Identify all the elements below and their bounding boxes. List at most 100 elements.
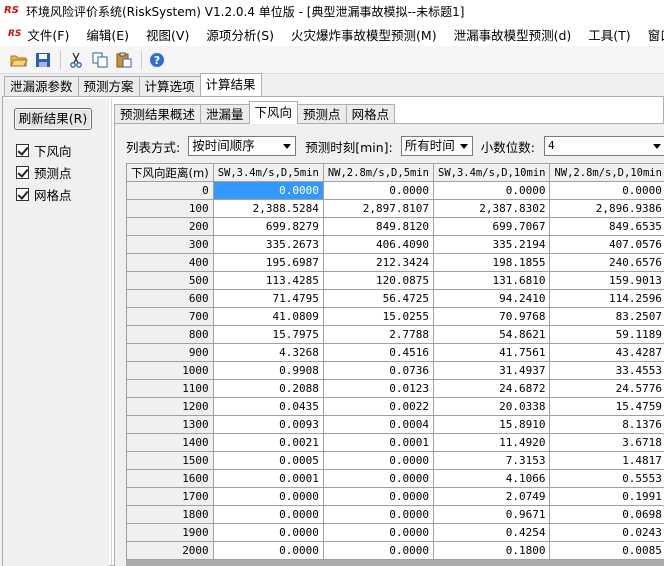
- table-cell[interactable]: 20.0338: [432, 397, 551, 416]
- table-row[interactable]: 200 699.8279 849.8120 699.7067 849.6535: [126, 217, 664, 236]
- table-cell[interactable]: 0.0000: [322, 541, 435, 560]
- row-header-cell[interactable]: 1100: [126, 379, 214, 398]
- column-header[interactable]: NW,2.8m/s,D,5min: [322, 163, 435, 182]
- table-cell[interactable]: 2.7788: [322, 325, 435, 344]
- table-cell[interactable]: 0.0000: [212, 505, 324, 524]
- row-header-cell[interactable]: 1600: [126, 469, 214, 488]
- table-cell[interactable]: 2.0749: [432, 487, 551, 506]
- table-cell[interactable]: 0.0021: [212, 433, 324, 452]
- table-cell[interactable]: 43.4287: [549, 343, 664, 362]
- cut-icon[interactable]: [65, 49, 87, 71]
- menu-fire-explosion[interactable]: 火灾爆炸事故模型预测(M): [285, 25, 443, 44]
- row-header-cell[interactable]: 100: [126, 199, 214, 218]
- table-cell[interactable]: 70.9768: [432, 307, 551, 326]
- tab-calc-results[interactable]: 计算结果: [199, 73, 262, 96]
- table-cell[interactable]: 0.0085: [549, 541, 664, 560]
- checkbox-checked-icon[interactable]: [16, 188, 29, 201]
- row-header-cell[interactable]: 600: [126, 289, 214, 308]
- table-cell[interactable]: 41.0809: [212, 307, 324, 326]
- row-header-cell[interactable]: 0: [126, 181, 214, 200]
- row-header-cell[interactable]: 400: [126, 253, 214, 272]
- tab-grid-points[interactable]: 网格点: [345, 104, 396, 124]
- table-cell[interactable]: 212.3424: [322, 253, 435, 272]
- table-cell[interactable]: 0.0000: [549, 181, 664, 200]
- decimals-select[interactable]: 4: [543, 136, 664, 156]
- tab-prediction-points[interactable]: 预测点: [297, 104, 347, 124]
- checkbox-checked-icon[interactable]: [16, 166, 29, 179]
- column-header[interactable]: SW,3.4m/s,D,10min: [432, 163, 551, 182]
- table-row[interactable]: 1200 0.0435 0.0022 20.0338 15.4759: [126, 397, 664, 416]
- table-cell[interactable]: 0.1800: [432, 541, 551, 560]
- table-cell[interactable]: 240.6576: [549, 253, 664, 272]
- table-cell[interactable]: 0.0000: [212, 181, 324, 200]
- table-cell[interactable]: 195.6987: [212, 253, 324, 272]
- menu-file[interactable]: 文件(F): [21, 25, 75, 44]
- table-cell[interactable]: 407.0576: [549, 235, 664, 254]
- table-cell[interactable]: 849.6535: [549, 217, 664, 236]
- table-row[interactable]: 1400 0.0021 0.0001 11.4920 3.6718: [126, 433, 664, 452]
- checkbox-checked-icon[interactable]: [16, 144, 29, 157]
- table-cell[interactable]: 11.4920: [432, 433, 551, 452]
- table-cell[interactable]: 198.1855: [432, 253, 551, 272]
- table-row[interactable]: 1600 0.0001 0.0000 4.1066 0.5553: [126, 469, 664, 488]
- menu-source-analysis[interactable]: 源项分析(S): [200, 25, 280, 44]
- column-header[interactable]: SW,3.4m/s,D,5min: [212, 163, 324, 182]
- column-header[interactable]: 下风向距离(m): [126, 163, 214, 182]
- app-menu-icon[interactable]: RS: [8, 29, 21, 39]
- table-cell[interactable]: 31.4937: [432, 361, 551, 380]
- downwind-results-grid[interactable]: 下风向距离(m) SW,3.4m/s,D,5min NW,2.8m/s,D,5m…: [126, 163, 664, 566]
- table-cell[interactable]: 159.9013: [549, 271, 664, 290]
- table-row[interactable]: 100 2,388.5284 2,897.8107 2,387.8302 2,896.9…: [126, 199, 664, 218]
- tab-leak-source-params[interactable]: 泄漏源参数: [4, 76, 79, 96]
- menu-leak-model[interactable]: 泄漏事故模型预测(d): [448, 25, 578, 44]
- table-row[interactable]: 1900 0.0000 0.0000 0.4254 0.0243: [126, 523, 664, 542]
- table-row[interactable]: 400 195.6987 212.3424 198.1855 240.6576: [126, 253, 664, 272]
- checkbox-downwind[interactable]: 下风向: [16, 141, 72, 160]
- column-header[interactable]: NW,2.8m/s,D,10min: [549, 163, 664, 182]
- table-row[interactable]: 600 71.4795 56.4725 94.2410 114.2596: [126, 289, 664, 308]
- row-header-cell[interactable]: 700: [126, 307, 214, 326]
- table-cell[interactable]: 4.1066: [432, 469, 551, 488]
- table-cell[interactable]: 0.4254: [432, 523, 551, 542]
- paste-icon[interactable]: [113, 49, 135, 71]
- table-cell[interactable]: 0.4516: [322, 343, 435, 362]
- table-cell[interactable]: 0.2088: [212, 379, 324, 398]
- table-cell[interactable]: 0.0005: [212, 451, 324, 470]
- row-header-cell[interactable]: 300: [126, 235, 214, 254]
- table-cell[interactable]: 0.0000: [212, 541, 324, 560]
- table-cell[interactable]: 335.2194: [432, 235, 551, 254]
- table-cell[interactable]: 94.2410: [432, 289, 551, 308]
- table-cell[interactable]: 849.8120: [322, 217, 435, 236]
- table-cell[interactable]: 335.2673: [212, 235, 324, 254]
- table-row[interactable]: 300 335.2673 406.4090 335.2194 407.0576: [126, 235, 664, 254]
- table-cell[interactable]: 0.0022: [322, 397, 435, 416]
- table-cell[interactable]: 406.4090: [322, 235, 435, 254]
- copy-icon[interactable]: [89, 49, 111, 71]
- table-cell[interactable]: 7.3153: [432, 451, 551, 470]
- table-cell[interactable]: 3.6718: [549, 433, 664, 452]
- table-row[interactable]: 1000 0.9908 0.0736 31.4937 33.4553: [126, 361, 664, 380]
- row-header-cell[interactable]: 2000: [126, 541, 214, 560]
- table-cell[interactable]: 2,388.5284: [212, 199, 324, 218]
- tab-leak-amount[interactable]: 泄漏量: [200, 104, 250, 124]
- table-cell[interactable]: 0.0243: [549, 523, 664, 542]
- table-cell[interactable]: 0.0000: [322, 451, 435, 470]
- row-header-cell[interactable]: 200: [126, 217, 214, 236]
- help-icon[interactable]: ?: [146, 49, 168, 71]
- table-row[interactable]: 2000 0.0000 0.0000 0.1800 0.0085: [126, 541, 664, 560]
- row-header-cell[interactable]: 500: [126, 271, 214, 290]
- table-cell[interactable]: 0.9908: [212, 361, 324, 380]
- table-cell[interactable]: 15.7975: [212, 325, 324, 344]
- table-cell[interactable]: 131.6810: [432, 271, 551, 290]
- tab-prediction-scheme[interactable]: 预测方案: [77, 76, 140, 96]
- table-row[interactable]: 1800 0.0000 0.0000 0.9671 0.0698: [126, 505, 664, 524]
- table-cell[interactable]: 113.4285: [212, 271, 324, 290]
- menu-tools[interactable]: 工具(T): [582, 25, 636, 44]
- open-folder-icon[interactable]: [8, 49, 30, 71]
- row-header-cell[interactable]: 800: [126, 325, 214, 344]
- table-cell[interactable]: 0.0000: [322, 181, 435, 200]
- table-cell[interactable]: 24.5776: [549, 379, 664, 398]
- table-cell[interactable]: 59.1189: [549, 325, 664, 344]
- menu-edit[interactable]: 编辑(E): [80, 25, 135, 44]
- table-cell[interactable]: 0.0000: [322, 505, 435, 524]
